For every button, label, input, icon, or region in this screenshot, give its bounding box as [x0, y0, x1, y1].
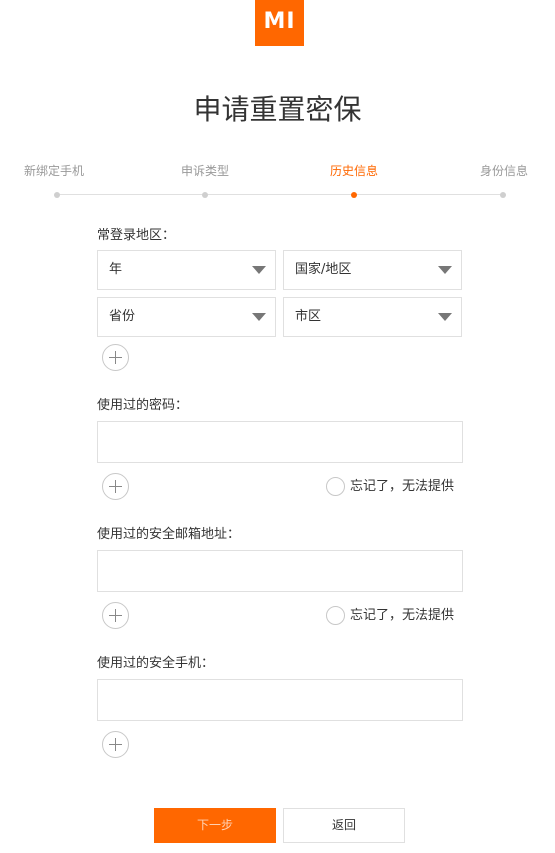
- phone-input[interactable]: [97, 679, 463, 721]
- add-password-button[interactable]: [102, 473, 129, 500]
- email-forgot-label: 忘记了，无法提供: [350, 608, 455, 623]
- step-track: [57, 194, 503, 195]
- back-button[interactable]: 返回: [283, 808, 405, 843]
- step-label-appeal-type: 申诉类型: [181, 164, 230, 178]
- step-label-history-info: 历史信息: [330, 164, 379, 178]
- triangle-down-icon: [438, 313, 452, 321]
- password-label: 使用过的密码：: [97, 398, 189, 413]
- radio-circle-icon[interactable]: [326, 606, 345, 625]
- add-region-button[interactable]: [102, 344, 129, 371]
- email-input[interactable]: [97, 550, 463, 592]
- step-dot-appeal-type: [202, 192, 208, 198]
- region-label: 常登录地区：: [97, 228, 176, 243]
- country-select-value: 国家/地区: [295, 262, 352, 277]
- step-dot-identity-info: [500, 192, 506, 198]
- password-input[interactable]: [97, 421, 463, 463]
- phone-label: 使用过的安全手机：: [97, 656, 215, 671]
- triangle-down-icon: [252, 313, 266, 321]
- email-label: 使用过的安全邮箱地址：: [97, 527, 241, 542]
- logo-text: mi: [263, 9, 296, 34]
- step-label-new-phone: 新绑定手机: [24, 164, 85, 178]
- step-dot-new-phone: [54, 192, 60, 198]
- next-button[interactable]: 下一步: [154, 808, 276, 843]
- country-select[interactable]: 国家/地区: [283, 250, 462, 290]
- province-select-value: 省份: [109, 309, 136, 324]
- triangle-down-icon: [438, 266, 452, 274]
- add-email-button[interactable]: [102, 602, 129, 629]
- year-select[interactable]: 年: [97, 250, 276, 290]
- step-label-identity-info: 身份信息: [480, 164, 529, 178]
- year-select-value: 年: [109, 262, 123, 277]
- add-phone-button[interactable]: [102, 731, 129, 758]
- province-select[interactable]: 省份: [97, 297, 276, 337]
- city-select-value: 市区: [295, 309, 322, 324]
- mi-logo: mi: [255, 0, 304, 46]
- triangle-down-icon: [252, 266, 266, 274]
- radio-circle-icon[interactable]: [326, 477, 345, 496]
- password-forgot-label: 忘记了，无法提供: [350, 479, 455, 494]
- page-title: 申请重置密保: [193, 93, 362, 126]
- city-select[interactable]: 市区: [283, 297, 462, 337]
- step-dot-history-info: [351, 192, 357, 198]
